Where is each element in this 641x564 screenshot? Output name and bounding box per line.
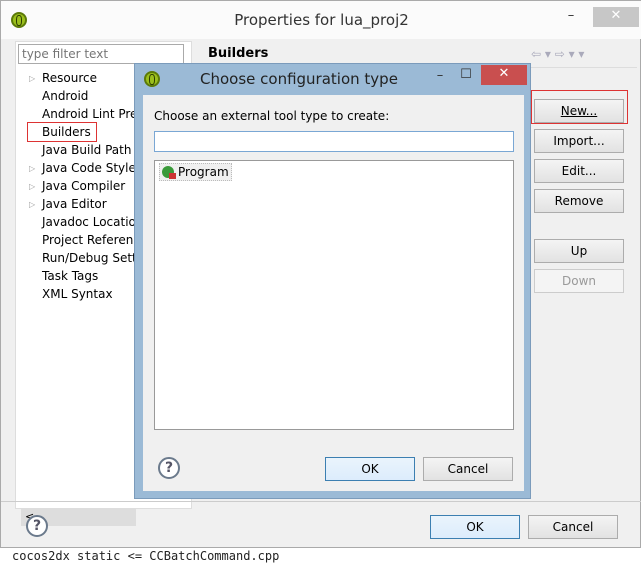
minimize-button[interactable]: –: [556, 7, 586, 27]
tree-item[interactable]: Android Lint Pre: [42, 107, 137, 121]
divider: [1, 501, 641, 502]
remove-button[interactable]: Remove: [534, 189, 624, 213]
ok-button[interactable]: OK: [430, 515, 520, 539]
toolbox-icon: [169, 173, 176, 179]
type-search-input[interactable]: [154, 131, 514, 152]
tree-item[interactable]: Task Tags: [42, 269, 98, 283]
up-button[interactable]: Up: [534, 239, 624, 263]
new-button[interactable]: New...: [534, 99, 624, 123]
dialog-title: Choose configuration type: [200, 70, 398, 88]
tree-item[interactable]: Java Compiler: [42, 179, 125, 193]
tree-item[interactable]: Android: [42, 89, 88, 103]
tree-item[interactable]: Resource: [42, 71, 97, 85]
down-button[interactable]: Down: [534, 269, 624, 293]
choose-configuration-dialog: Choose configuration type – ☐ ✕ Choose a…: [134, 63, 531, 499]
dialog-body: Choose an external tool type to create: …: [143, 95, 524, 491]
window-title: Properties for lua_proj2: [1, 1, 641, 39]
dialog-close-button[interactable]: ✕: [481, 65, 527, 85]
import-button[interactable]: Import...: [534, 129, 624, 153]
page-title: Builders: [208, 46, 269, 61]
tree-item[interactable]: XML Syntax: [42, 287, 113, 301]
dialog-ok-button[interactable]: OK: [325, 457, 415, 481]
edit-button[interactable]: Edit...: [534, 159, 624, 183]
close-button[interactable]: ✕: [593, 7, 639, 27]
background-console-text: cocos2dx static <= CCBatchCommand.cpp: [12, 549, 280, 563]
expand-arrow-icon[interactable]: ▷: [29, 164, 35, 173]
tool-type-list: Program: [154, 160, 514, 430]
tree-item[interactable]: Project Referenc: [42, 233, 140, 247]
dialog-minimize-button[interactable]: –: [427, 67, 453, 87]
expand-arrow-icon[interactable]: ▷: [29, 182, 35, 191]
filter-input[interactable]: [18, 44, 184, 64]
new-label: New...: [560, 104, 598, 118]
tree-item[interactable]: Run/Debug Setti: [42, 251, 140, 265]
list-item[interactable]: Program: [159, 163, 232, 181]
expand-arrow-icon[interactable]: ▷: [29, 200, 35, 209]
dialog-prompt: Choose an external tool type to create:: [154, 109, 390, 123]
help-icon[interactable]: ?: [26, 515, 48, 537]
cancel-button[interactable]: Cancel: [528, 515, 618, 539]
program-label: Program: [178, 165, 229, 179]
eclipse-logo-icon: [11, 12, 27, 28]
eclipse-logo-icon: [144, 71, 160, 87]
tree-item[interactable]: Javadoc Locatio: [42, 215, 136, 229]
dialog-help-icon[interactable]: ?: [158, 457, 180, 479]
history-nav[interactable]: ⇦ ▾ ⇨ ▾ ▾: [531, 47, 584, 61]
tree-item[interactable]: Java Build Path: [42, 143, 131, 157]
expand-arrow-icon[interactable]: ▷: [29, 74, 35, 83]
highlight-box: [27, 122, 97, 142]
dialog-maximize-button[interactable]: ☐: [453, 66, 479, 86]
tree-item[interactable]: Java Editor: [42, 197, 107, 211]
tree-item[interactable]: Java Code Style: [42, 161, 136, 175]
dialog-cancel-button[interactable]: Cancel: [423, 457, 513, 481]
